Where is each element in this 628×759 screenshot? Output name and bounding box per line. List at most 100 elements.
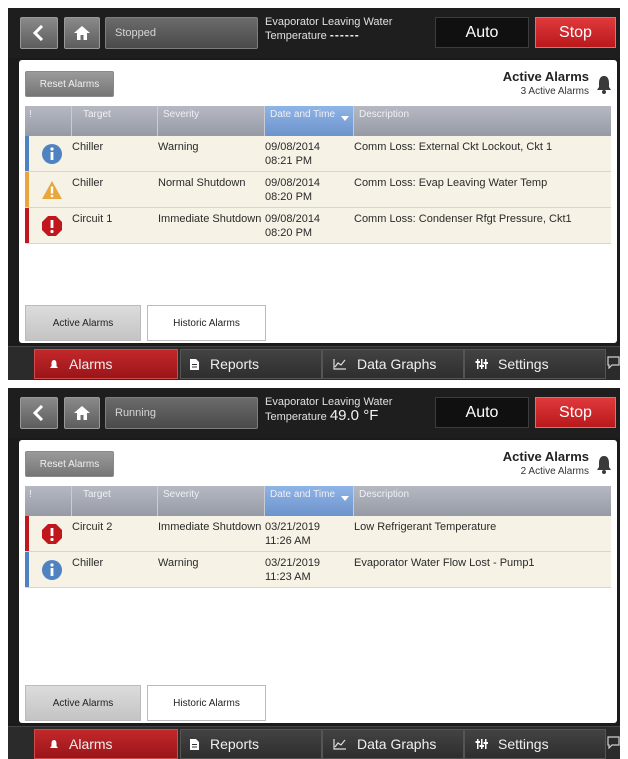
unit-status: Stopped bbox=[105, 17, 258, 49]
nav-settings[interactable]: Settings bbox=[464, 729, 606, 759]
chat-bubble-icon[interactable] bbox=[607, 356, 620, 369]
table-row[interactable]: Circuit 1 Immediate Shutdown 09/08/2014 0… bbox=[25, 208, 611, 244]
col-date-time[interactable]: Date and Time bbox=[265, 106, 354, 136]
col-severity-icon[interactable]: ! bbox=[25, 106, 72, 136]
tab-historic-alarms[interactable]: Historic Alarms bbox=[147, 305, 266, 341]
nav-reports[interactable]: Reports bbox=[180, 729, 322, 759]
sort-desc-icon bbox=[341, 496, 349, 501]
table-row[interactable]: Chiller Warning 03/21/2019 11:23 AM Evapo… bbox=[25, 552, 611, 588]
alarm-table-body: Chiller Warning 09/08/2014 08:21 PM Comm … bbox=[25, 136, 611, 244]
nav-data-graphs[interactable]: Data Graphs bbox=[322, 349, 464, 379]
nav-data-graphs[interactable]: Data Graphs bbox=[322, 729, 464, 759]
row-severity: Immediate Shutdown bbox=[158, 521, 262, 533]
nav-settings-label: Settings bbox=[498, 356, 549, 372]
table-row[interactable]: Circuit 2 Immediate Shutdown 03/21/2019 1… bbox=[25, 516, 611, 552]
reset-alarms-button[interactable]: Reset Alarms bbox=[25, 451, 114, 477]
row-time: 08:21 PM bbox=[265, 155, 313, 167]
stop-button[interactable]: Stop bbox=[535, 17, 616, 48]
active-alarms-heading: Active Alarms 3 Active Alarms bbox=[503, 70, 589, 99]
row-target: Circuit 2 bbox=[72, 521, 113, 533]
home-icon bbox=[74, 26, 90, 40]
row-date: 09/08/2014 bbox=[265, 141, 321, 153]
screen-stopped: Stopped Evaporator Leaving Water Tempera… bbox=[8, 8, 620, 380]
evap-temp-readout: Evaporator Leaving Water Temperature 49.… bbox=[265, 396, 430, 424]
alarms-panel: Reset Alarms Active Alarms 3 Active Alar… bbox=[19, 60, 617, 343]
col-severity[interactable]: Severity bbox=[158, 106, 265, 136]
sliders-icon bbox=[475, 739, 488, 749]
row-target: Circuit 1 bbox=[72, 213, 113, 225]
row-date: 09/08/2014 bbox=[265, 177, 321, 189]
col-date-time-label: Date and Time bbox=[270, 489, 336, 500]
row-stripe bbox=[25, 208, 29, 243]
info-circle-icon bbox=[41, 143, 62, 164]
exclamation-octagon-icon bbox=[41, 215, 62, 236]
alarm-table-body: Circuit 2 Immediate Shutdown 03/21/2019 1… bbox=[25, 516, 611, 588]
nav-settings[interactable]: Settings bbox=[464, 349, 606, 379]
bottom-nav: Alarms Reports Data Graphs Settings bbox=[8, 726, 620, 759]
auto-button[interactable]: Auto bbox=[435, 397, 529, 428]
evap-temp-readout: Evaporator Leaving Water Temperature ---… bbox=[265, 16, 430, 43]
row-stripe bbox=[25, 552, 29, 587]
top-bar: Stopped Evaporator Leaving Water Tempera… bbox=[8, 8, 620, 58]
document-icon bbox=[190, 738, 199, 750]
alarm-table-header: ! Target Severity Date and Time Descript… bbox=[25, 106, 611, 136]
row-target: Chiller bbox=[72, 177, 104, 189]
temp-label-2: Temperature bbox=[265, 411, 327, 423]
row-time: 08:20 PM bbox=[265, 227, 313, 239]
nav-alarms-label: Alarms bbox=[69, 356, 113, 372]
col-target[interactable]: Target bbox=[72, 106, 158, 136]
col-description[interactable]: Description bbox=[354, 486, 611, 516]
chevron-left-icon bbox=[33, 405, 44, 421]
reset-alarms-button[interactable]: Reset Alarms bbox=[25, 71, 114, 97]
chevron-left-icon bbox=[33, 25, 44, 41]
bell-icon bbox=[50, 739, 58, 748]
back-button[interactable] bbox=[20, 17, 58, 49]
row-description: Comm Loss: Condenser Rfgt Pressure, Ckt1 bbox=[354, 213, 572, 225]
nav-data-graphs-label: Data Graphs bbox=[357, 356, 437, 372]
row-date: 09/08/2014 bbox=[265, 213, 321, 225]
home-button[interactable] bbox=[64, 17, 100, 49]
row-severity: Warning bbox=[158, 557, 199, 569]
col-severity[interactable]: Severity bbox=[158, 486, 265, 516]
exclamation-octagon-icon bbox=[41, 523, 62, 544]
temp-value: 49.0 °F bbox=[329, 407, 379, 424]
row-target: Chiller bbox=[72, 141, 104, 153]
auto-button[interactable]: Auto bbox=[435, 17, 529, 48]
alarm-table-header: ! Target Severity Date and Time Descript… bbox=[25, 486, 611, 516]
temp-label-2: Temperature bbox=[265, 30, 327, 42]
active-alarms-title: Active Alarms bbox=[502, 449, 589, 464]
col-target[interactable]: Target bbox=[72, 486, 158, 516]
nav-alarms[interactable]: Alarms bbox=[34, 729, 178, 759]
row-description: Comm Loss: External Ckt Lockout, Ckt 1 bbox=[354, 141, 553, 153]
col-description[interactable]: Description bbox=[354, 106, 611, 136]
col-date-time[interactable]: Date and Time bbox=[265, 486, 354, 516]
bell-icon bbox=[597, 76, 611, 94]
nav-reports[interactable]: Reports bbox=[180, 349, 322, 379]
nav-alarms[interactable]: Alarms bbox=[34, 349, 178, 379]
back-button[interactable] bbox=[20, 397, 58, 429]
warning-triangle-icon bbox=[41, 180, 62, 199]
row-severity: Normal Shutdown bbox=[158, 177, 246, 189]
row-severity: Warning bbox=[158, 141, 199, 153]
bell-icon bbox=[597, 456, 611, 474]
home-button[interactable] bbox=[64, 397, 100, 429]
nav-reports-label: Reports bbox=[210, 356, 260, 372]
top-bar: Running Evaporator Leaving Water Tempera… bbox=[8, 388, 620, 438]
tab-historic-alarms[interactable]: Historic Alarms bbox=[147, 685, 266, 721]
row-time: 08:20 PM bbox=[265, 191, 313, 203]
info-circle-icon bbox=[41, 559, 62, 580]
document-icon bbox=[190, 358, 199, 370]
stop-button[interactable]: Stop bbox=[535, 397, 616, 428]
unit-status: Running bbox=[105, 397, 258, 429]
nav-reports-label: Reports bbox=[210, 736, 260, 752]
temp-value: ------ bbox=[329, 28, 360, 42]
table-row[interactable]: Chiller Normal Shutdown 09/08/2014 08:20 … bbox=[25, 172, 611, 208]
table-row[interactable]: Chiller Warning 09/08/2014 08:21 PM Comm … bbox=[25, 136, 611, 172]
chat-bubble-icon[interactable] bbox=[607, 736, 620, 749]
bottom-nav: Alarms Reports Data Graphs Settings bbox=[8, 346, 620, 380]
col-severity-icon[interactable]: ! bbox=[25, 486, 72, 516]
tab-active-alarms[interactable]: Active Alarms bbox=[25, 685, 141, 721]
screen-running: Running Evaporator Leaving Water Tempera… bbox=[8, 388, 620, 759]
row-time: 11:26 AM bbox=[265, 535, 311, 547]
tab-active-alarms[interactable]: Active Alarms bbox=[25, 305, 141, 341]
